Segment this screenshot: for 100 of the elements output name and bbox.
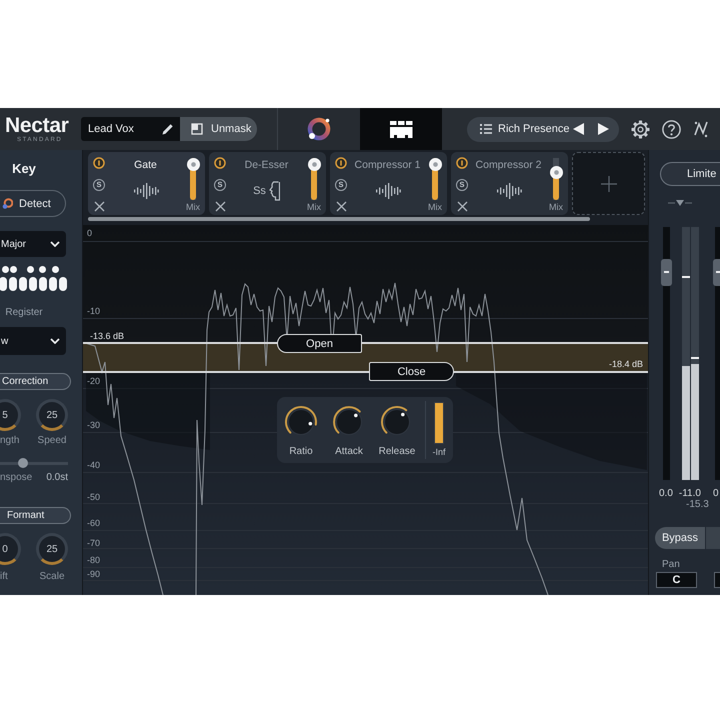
close-icon[interactable] xyxy=(456,201,468,212)
left-triangle-icon[interactable] xyxy=(573,123,584,135)
piano-key[interactable] xyxy=(52,266,58,273)
readout: -11.0 xyxy=(678,488,701,500)
preset-name[interactable]: Rich Presence xyxy=(498,123,570,135)
power-icon[interactable] xyxy=(214,157,226,169)
scale-label: -50 xyxy=(87,491,100,503)
knob[interactable]: 5 xyxy=(0,399,21,431)
module-title: Compressor 2 xyxy=(476,159,542,172)
view-tab[interactable] xyxy=(360,108,442,150)
scrollbar[interactable] xyxy=(88,217,590,221)
module-title: Compressor 1 xyxy=(354,159,420,172)
readout: 0 xyxy=(712,488,719,500)
slider-label: nspose xyxy=(0,472,32,484)
grid-icon xyxy=(389,120,413,138)
close-icon[interactable] xyxy=(214,201,226,212)
knob-label: Ratio xyxy=(289,446,313,458)
waveform-icon xyxy=(132,183,158,199)
knob-label: ift xyxy=(0,571,9,583)
toggle-button[interactable] xyxy=(706,527,720,549)
scale-label: -90 xyxy=(87,568,100,580)
knob[interactable]: 25 xyxy=(36,399,68,431)
plus-icon xyxy=(600,176,616,192)
knob-label: Release xyxy=(378,446,416,458)
logo-wordmark: Nectar xyxy=(5,114,70,136)
limiter-button[interactable]: Limite xyxy=(660,162,720,186)
scale-label: -70 xyxy=(87,537,100,549)
mix-label: Mix xyxy=(307,202,321,212)
ring-icon xyxy=(2,198,13,209)
fader-thumb[interactable] xyxy=(661,258,672,286)
register-label: Register xyxy=(4,307,44,319)
unmask-button[interactable]: Unmask xyxy=(180,117,257,141)
piano-key[interactable] xyxy=(19,277,27,291)
piano-key[interactable] xyxy=(9,277,17,291)
piano-key[interactable] xyxy=(2,266,8,273)
knob-label: Attack xyxy=(335,446,363,458)
waveform-icon xyxy=(374,183,400,199)
meter-label: -Inf xyxy=(432,446,446,458)
scale-label: -80 xyxy=(87,554,100,566)
piano-key[interactable] xyxy=(39,277,47,291)
dropdown[interactable]: w xyxy=(0,327,66,355)
piano-key[interactable] xyxy=(10,266,16,273)
pan-label: Pan xyxy=(661,559,681,571)
readout: 0.0 xyxy=(659,488,673,500)
ring-icon xyxy=(306,116,332,142)
threshold-handle[interactable]: Close xyxy=(369,362,454,381)
bypass-button[interactable]: Bypass xyxy=(655,527,705,549)
knob-label: Speed xyxy=(36,435,68,447)
square-icon xyxy=(191,123,203,135)
close-icon[interactable] xyxy=(94,201,104,212)
piano-key[interactable] xyxy=(49,277,57,291)
piano-key[interactable] xyxy=(0,277,7,291)
scale-label: -10 xyxy=(87,305,100,317)
slider-thumb[interactable] xyxy=(186,158,200,171)
threshold-reading: -13.6 dB xyxy=(90,330,124,342)
module-title: Gate xyxy=(134,159,157,172)
scale-label: 0 xyxy=(87,227,92,239)
dropdown[interactable]: Major xyxy=(0,231,66,257)
threshold-handle[interactable]: Open xyxy=(277,334,362,353)
ess-label: Ss xyxy=(253,184,266,198)
slider-thumb[interactable] xyxy=(308,158,320,171)
head-profile-icon xyxy=(268,181,280,201)
scale-label: -30 xyxy=(87,419,100,431)
right-triangle-icon[interactable] xyxy=(598,123,609,135)
slider-thumb[interactable] xyxy=(18,458,28,468)
help-icon[interactable] xyxy=(662,120,681,138)
readout: -15.3 xyxy=(686,499,709,510)
piano-key[interactable] xyxy=(29,277,37,291)
power-icon[interactable] xyxy=(335,157,347,169)
power-icon[interactable] xyxy=(93,157,105,169)
waveform-icon xyxy=(496,183,522,199)
correction-button[interactable]: Correction xyxy=(0,373,71,390)
module-title: De-Esser xyxy=(244,159,288,172)
chevron-icon xyxy=(50,338,60,344)
list-icon[interactable] xyxy=(480,124,492,134)
slider-thumb[interactable] xyxy=(550,166,562,180)
settings-icon[interactable] xyxy=(631,120,650,138)
threshold-reading: -18.4 dB xyxy=(609,358,644,370)
piano-key[interactable] xyxy=(38,266,46,273)
piano-key[interactable] xyxy=(26,266,34,273)
scale-label: -40 xyxy=(87,459,100,471)
pan-field[interactable]: C xyxy=(656,572,697,588)
slider-value: 0.0st xyxy=(46,472,68,484)
piano-key[interactable] xyxy=(59,277,67,291)
scale-label: -60 xyxy=(87,517,100,529)
power-icon[interactable] xyxy=(456,157,468,169)
mix-label: Mix xyxy=(186,202,200,212)
knob[interactable]: 0 xyxy=(0,533,21,565)
detect-button[interactable]: Detect xyxy=(0,190,66,217)
zigzag-icon[interactable] xyxy=(694,119,709,139)
slider-thumb[interactable] xyxy=(428,158,442,171)
mix-label: Mix xyxy=(549,202,563,212)
panel-title: Key xyxy=(11,162,37,176)
close-icon[interactable] xyxy=(336,201,346,212)
preset-name-field[interactable]: Lead Vox xyxy=(81,117,180,141)
scale-label: -20 xyxy=(87,375,100,387)
knob-label: Scale xyxy=(38,571,66,583)
formant-button[interactable]: Formant xyxy=(0,507,71,524)
knob[interactable]: 25 xyxy=(36,533,68,565)
pencil-icon[interactable] xyxy=(162,123,174,135)
